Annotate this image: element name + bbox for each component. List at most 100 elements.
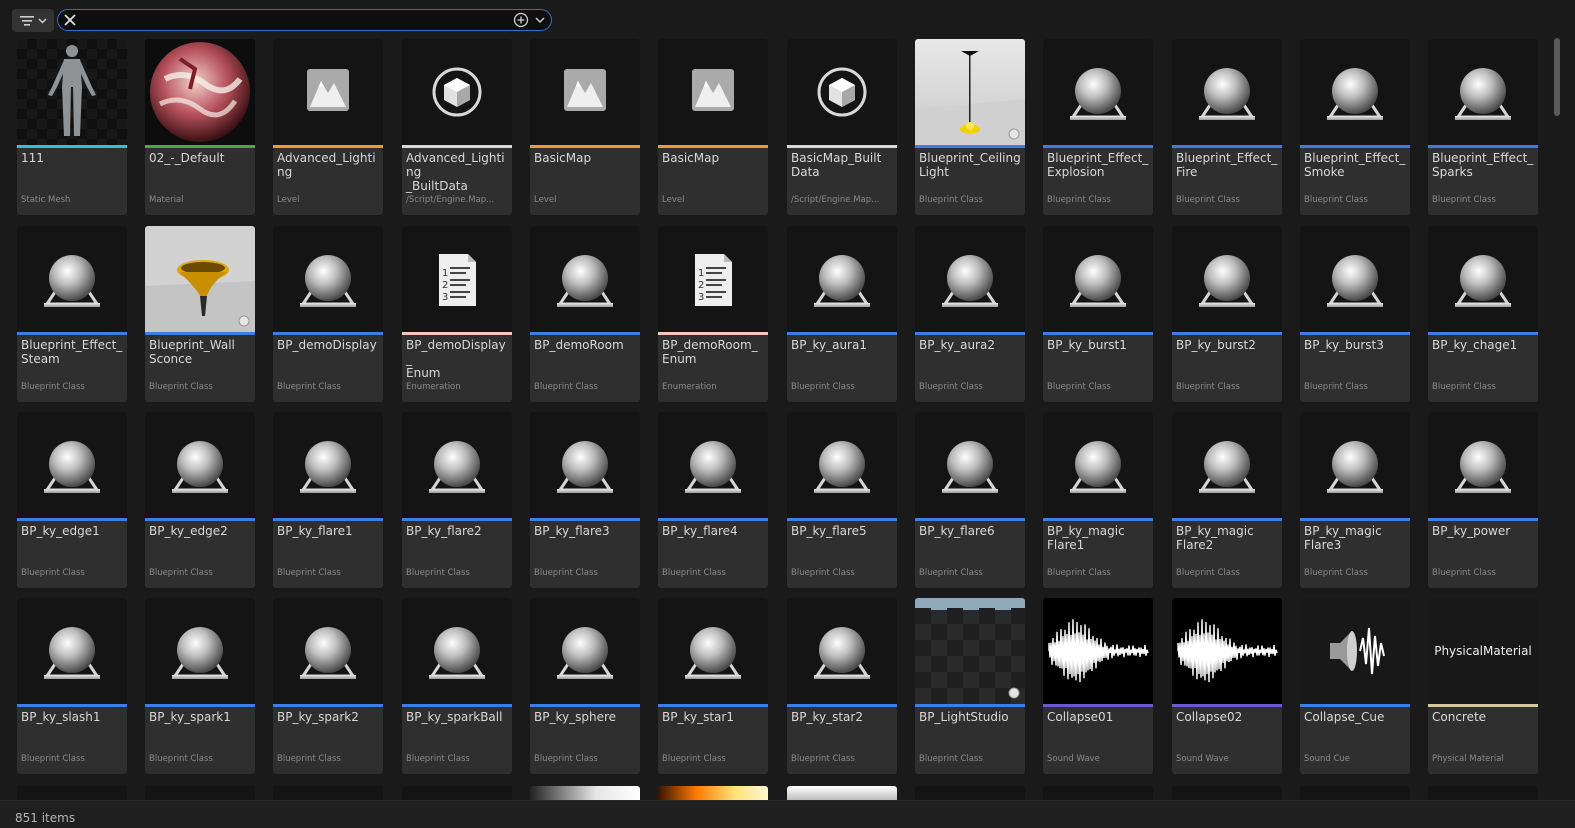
asset-tile[interactable]: BP_ky_edge1 Blueprint Class bbox=[17, 412, 127, 588]
asset-tile[interactable]: Collapse_Cue Sound Cue bbox=[1300, 598, 1410, 774]
asset-type: Blueprint Class bbox=[791, 382, 855, 392]
asset-type: Sound Wave bbox=[1047, 754, 1100, 764]
asset-tile[interactable]: 1 2 3 BP_demoDisplay_ Enum Enumeration bbox=[402, 226, 512, 402]
asset-tile[interactable]: BP_ky_flare3 Blueprint Class bbox=[530, 412, 640, 588]
asset-tile[interactable]: BP_ky_magic Flare1 Blueprint Class bbox=[1043, 412, 1153, 588]
asset-tile[interactable] bbox=[402, 786, 512, 800]
asset-tile[interactable]: BP_LightStudio Blueprint Class bbox=[915, 598, 1025, 774]
asset-tile[interactable]: BP_ky_slash1 Blueprint Class bbox=[17, 598, 127, 774]
asset-type: Physical Material bbox=[1432, 754, 1504, 764]
asset-name: Collapse02 bbox=[1176, 710, 1243, 724]
asset-tile[interactable]: BP_ky_aura1 Blueprint Class bbox=[787, 226, 897, 402]
asset-tile[interactable] bbox=[1300, 786, 1410, 800]
asset-type: Blueprint Class bbox=[406, 754, 470, 764]
scrollbar-thumb[interactable] bbox=[1554, 38, 1560, 116]
asset-tile[interactable]: BP_ky_sphere Blueprint Class bbox=[530, 598, 640, 774]
asset-tile[interactable]: BasicMap Level bbox=[658, 39, 768, 215]
asset-tile[interactable]: BP_ky_flare5 Blueprint Class bbox=[787, 412, 897, 588]
asset-tile[interactable]: Blueprint_Ceiling Light Blueprint Class bbox=[915, 39, 1025, 215]
asset-type-color-bar bbox=[1428, 332, 1538, 335]
asset-tile[interactable]: Advanced_Lighting _BuiltData/Script/Engi… bbox=[402, 39, 512, 215]
asset-name: BP_ky_magic Flare3 bbox=[1304, 524, 1382, 552]
blueprint-thumbnail bbox=[17, 412, 127, 518]
blueprint-thumbnail bbox=[1172, 412, 1282, 518]
asset-name: BP_ky_burst2 bbox=[1176, 338, 1256, 352]
blueprint-thumbnail bbox=[787, 226, 897, 332]
asset-type: Blueprint Class bbox=[919, 568, 983, 578]
asset-tile[interactable] bbox=[787, 786, 897, 800]
asset-tile[interactable]: BP_ky_flare4 Blueprint Class bbox=[658, 412, 768, 588]
asset-tile[interactable]: Blueprint_Effect_ Fire Blueprint Class bbox=[1172, 39, 1282, 215]
asset-tile[interactable]: BP_ky_magic Flare2 Blueprint Class bbox=[1172, 412, 1282, 588]
asset-type-color-bar bbox=[1172, 145, 1282, 148]
asset-tile[interactable]: BP_ky_flare2 Blueprint Class bbox=[402, 412, 512, 588]
asset-tile[interactable] bbox=[1043, 786, 1153, 800]
asset-tile[interactable]: BP_demoRoom Blueprint Class bbox=[530, 226, 640, 402]
asset-type: Blueprint Class bbox=[21, 382, 85, 392]
asset-tile[interactable]: BP_ky_star2 Blueprint Class bbox=[787, 598, 897, 774]
asset-type-color-bar bbox=[17, 704, 127, 707]
asset-tile[interactable]: Blueprint_Effect_ Smoke Blueprint Class bbox=[1300, 39, 1410, 215]
asset-type-color-bar bbox=[273, 518, 383, 521]
svg-text:1: 1 bbox=[698, 268, 704, 279]
blueprint-thumbnail bbox=[145, 598, 255, 704]
asset-type-color-bar bbox=[1428, 704, 1538, 707]
asset-tile[interactable] bbox=[530, 786, 640, 800]
asset-tile[interactable]: BP_ky_burst1 Blueprint Class bbox=[1043, 226, 1153, 402]
asset-type-color-bar bbox=[530, 704, 640, 707]
asset-tile[interactable]: BasicMap_Built Data/Script/Engine.Map... bbox=[787, 39, 897, 215]
asset-name: BP_demoDisplay_ Enum bbox=[406, 338, 506, 380]
asset-tile[interactable] bbox=[273, 786, 383, 800]
asset-name: BP_ky_star1 bbox=[662, 710, 734, 724]
asset-tile[interactable]: BP_ky_spark1 Blueprint Class bbox=[145, 598, 255, 774]
asset-tile[interactable]: Blueprint_Effect_ Steam Blueprint Class bbox=[17, 226, 127, 402]
asset-tile[interactable]: BP_demoDisplay Blueprint Class bbox=[273, 226, 383, 402]
blueprint-thumbnail bbox=[1043, 412, 1153, 518]
asset-tile[interactable]: BP_ky_spark2 Blueprint Class bbox=[273, 598, 383, 774]
asset-type-color-bar bbox=[145, 332, 255, 335]
asset-name: BP_ky_spark2 bbox=[277, 710, 359, 724]
asset-tile[interactable]: BP_ky_burst2 Blueprint Class bbox=[1172, 226, 1282, 402]
asset-tile[interactable]: BP_ky_chage1 Blueprint Class bbox=[1428, 226, 1538, 402]
asset-tile[interactable]: BP_ky_sparkBall Blueprint Class bbox=[402, 598, 512, 774]
asset-type: Blueprint Class bbox=[149, 382, 213, 392]
asset-name: Blueprint_Effect_ Sparks bbox=[1432, 151, 1534, 179]
asset-name: BP_ky_aura1 bbox=[791, 338, 867, 352]
asset-tile[interactable]: PhysicalMaterial Concrete Physical Materia… bbox=[1428, 598, 1538, 774]
enum-thumbnail: 1 2 3 bbox=[402, 226, 512, 332]
asset-tile[interactable]: Blueprint_Effect_ Explosion Blueprint Cla… bbox=[1043, 39, 1153, 215]
blueprint-thumbnail bbox=[402, 598, 512, 704]
ceiling-light-thumbnail bbox=[915, 39, 1025, 145]
asset-tile[interactable]: 111 Static Mesh bbox=[17, 39, 127, 215]
asset-type-color-bar bbox=[658, 332, 768, 335]
asset-type-color-bar bbox=[530, 518, 640, 521]
asset-name: BP_ky_aura2 bbox=[919, 338, 995, 352]
asset-name: BP_demoDisplay bbox=[277, 338, 377, 352]
asset-tile[interactable] bbox=[658, 786, 768, 800]
asset-tile[interactable]: BP_ky_burst3 Blueprint Class bbox=[1300, 226, 1410, 402]
asset-tile[interactable] bbox=[1428, 786, 1538, 800]
asset-tile[interactable] bbox=[915, 786, 1025, 800]
asset-tile[interactable]: 02_-_Default Material bbox=[145, 39, 255, 215]
asset-tile[interactable]: 1 2 3 BP_demoRoom_ Enum Enumeration bbox=[658, 226, 768, 402]
asset-tile[interactable]: BP_ky_power Blueprint Class bbox=[1428, 412, 1538, 588]
asset-tile[interactable]: BP_ky_star1 Blueprint Class bbox=[658, 598, 768, 774]
asset-tile[interactable]: Blueprint_Effect_ Sparks Blueprint Class bbox=[1428, 39, 1538, 215]
asset-tile[interactable] bbox=[1172, 786, 1282, 800]
asset-tile[interactable]: BP_ky_flare6 Blueprint Class bbox=[915, 412, 1025, 588]
asset-tile[interactable]: BasicMap Level bbox=[530, 39, 640, 215]
asset-tile[interactable]: Collapse01 Sound Wave bbox=[1043, 598, 1153, 774]
asset-tile[interactable]: BP_ky_edge2 Blueprint Class bbox=[145, 412, 255, 588]
asset-tile[interactable] bbox=[145, 786, 255, 800]
svg-text:3: 3 bbox=[442, 292, 448, 303]
asset-tile[interactable]: Advanced_Lighting Level bbox=[273, 39, 383, 215]
asset-name: BP_ky_sphere bbox=[534, 710, 617, 724]
asset-tile[interactable] bbox=[17, 786, 127, 800]
asset-tile[interactable]: BP_ky_aura2 Blueprint Class bbox=[915, 226, 1025, 402]
blueprint-thumbnail bbox=[145, 412, 255, 518]
asset-tile[interactable]: Blueprint_Wall Sconce Blueprint Class bbox=[145, 226, 255, 402]
vertical-scrollbar[interactable] bbox=[1552, 38, 1562, 798]
asset-tile[interactable]: BP_ky_flare1 Blueprint Class bbox=[273, 412, 383, 588]
asset-tile[interactable]: BP_ky_magic Flare3 Blueprint Class bbox=[1300, 412, 1410, 588]
asset-tile[interactable]: Collapse02 Sound Wave bbox=[1172, 598, 1282, 774]
